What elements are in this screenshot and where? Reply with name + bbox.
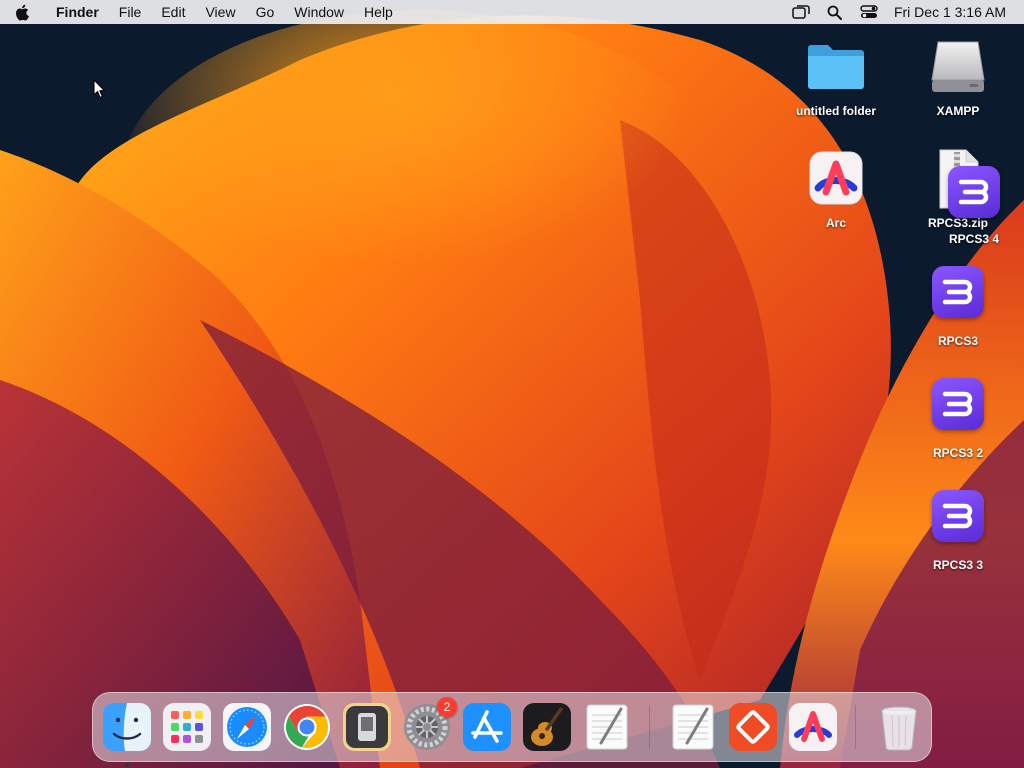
dock-finder[interactable] bbox=[101, 701, 153, 767]
dock-anydesk[interactable] bbox=[727, 701, 779, 753]
textedit-icon bbox=[672, 704, 714, 750]
dock-garageband[interactable] bbox=[521, 701, 573, 753]
dock-textedit[interactable] bbox=[581, 701, 633, 753]
anydesk-icon bbox=[729, 703, 777, 751]
dock-system-settings[interactable]: 2 bbox=[401, 697, 457, 753]
desktop-icon-label: XAMPP bbox=[936, 104, 980, 118]
dock-separator bbox=[649, 705, 650, 749]
disk-icon bbox=[926, 36, 990, 100]
dock-simulator[interactable] bbox=[341, 701, 393, 753]
simulator-icon bbox=[343, 703, 391, 751]
rpcs3-icon bbox=[926, 378, 990, 442]
rpcs3-icon bbox=[926, 266, 990, 330]
desktop-icon-label: Arc bbox=[825, 216, 846, 230]
dock: 2 bbox=[92, 692, 932, 767]
notification-badge: 2 bbox=[437, 697, 457, 717]
garageband-icon bbox=[523, 703, 571, 751]
menu-file[interactable]: File bbox=[109, 0, 152, 24]
desktop-icon-untitled-folder[interactable]: untitled folder bbox=[781, 36, 891, 118]
menu-view[interactable]: View bbox=[195, 0, 245, 24]
running-indicator bbox=[125, 763, 129, 767]
spotlight-search-icon[interactable] bbox=[824, 0, 846, 24]
menu-finder[interactable]: Finder bbox=[52, 0, 109, 24]
app-store-icon bbox=[463, 703, 511, 751]
textedit-icon bbox=[586, 704, 628, 750]
safari-icon bbox=[223, 703, 271, 751]
screen-mirroring-icon[interactable] bbox=[790, 0, 812, 24]
menu-help[interactable]: Help bbox=[354, 0, 403, 24]
desktop-icon-rpcs3-2[interactable]: RPCS3 2 bbox=[903, 372, 1013, 460]
desktop-icon-label: RPCS3 bbox=[937, 334, 978, 348]
dock-chrome[interactable] bbox=[281, 701, 333, 753]
menu-go[interactable]: Go bbox=[246, 0, 285, 24]
dock-app-store[interactable] bbox=[461, 701, 513, 753]
desktop-icon-rpcs3[interactable]: RPCS3 bbox=[903, 260, 1013, 348]
dock-safari[interactable] bbox=[221, 701, 273, 753]
desktop-icon-xampp[interactable]: XAMPP bbox=[903, 36, 1013, 118]
menu-clock[interactable]: Fri Dec 1 3:16 AM bbox=[894, 4, 1006, 20]
folder-icon bbox=[804, 36, 868, 100]
desktop-icon-rpcs3-3[interactable]: RPCS3 3 bbox=[903, 484, 1013, 572]
rpcs3-icon bbox=[942, 166, 1006, 230]
rpcs3-icon bbox=[926, 490, 990, 554]
trash-icon bbox=[881, 706, 917, 751]
menu-edit[interactable]: Edit bbox=[151, 0, 195, 24]
dock-trash[interactable] bbox=[873, 701, 925, 753]
launchpad-icon bbox=[163, 703, 211, 751]
desktop-icon-rpcs3-4[interactable]: RPCS3 4 bbox=[919, 160, 1024, 246]
dock-arc[interactable] bbox=[787, 701, 839, 753]
desktop-icon-arc[interactable]: Arc bbox=[781, 148, 891, 230]
desktop-icon-label: RPCS3 4 bbox=[948, 232, 1000, 246]
desktop-icon-label: RPCS3 3 bbox=[932, 558, 984, 572]
finder-icon bbox=[103, 703, 151, 751]
chrome-icon bbox=[284, 704, 330, 750]
dock-separator bbox=[855, 705, 856, 749]
dock-launchpad[interactable] bbox=[161, 701, 213, 753]
desktop-icon-label: untitled folder bbox=[796, 104, 876, 118]
control-center-icon[interactable] bbox=[858, 0, 880, 24]
arc-icon bbox=[789, 703, 837, 751]
arc-icon bbox=[804, 148, 868, 212]
desktop-icon-label: RPCS3 2 bbox=[932, 446, 984, 460]
dock-textedit-recent[interactable] bbox=[667, 701, 719, 753]
menu-window[interactable]: Window bbox=[284, 0, 354, 24]
mouse-cursor-icon bbox=[93, 79, 106, 99]
menu-bar: Finder File Edit View Go Window Help Fri… bbox=[0, 0, 1024, 24]
apple-icon[interactable] bbox=[14, 4, 40, 21]
